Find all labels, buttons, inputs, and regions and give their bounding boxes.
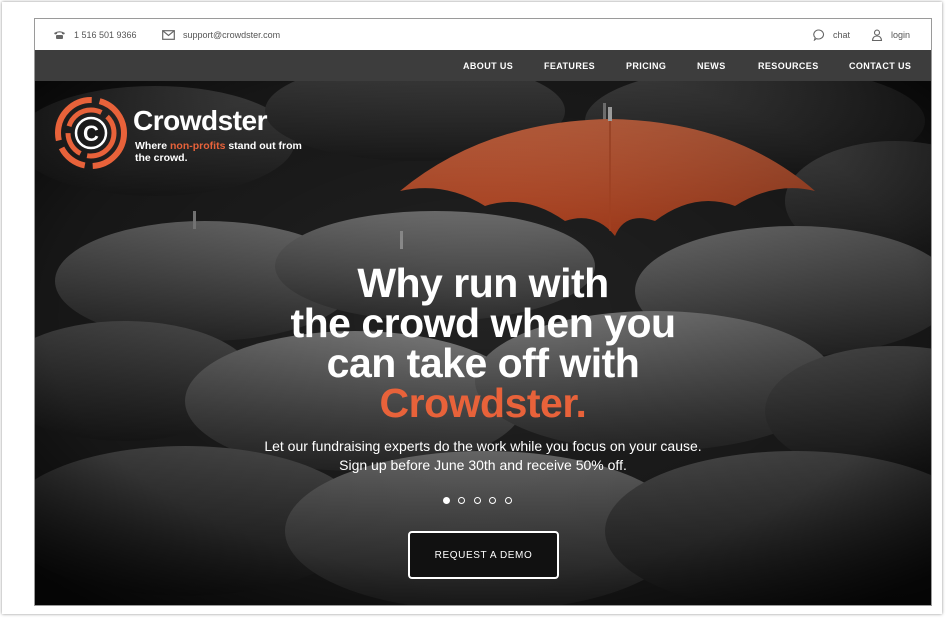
email-address[interactable]: support@crowdster.com bbox=[183, 30, 280, 40]
headline-line-3: can take off with bbox=[326, 340, 640, 386]
subtext-line-1: Let our fundraising experts do the work … bbox=[264, 438, 702, 454]
email-contact[interactable]: support@crowdster.com bbox=[162, 19, 280, 50]
headline-line-1: Why run with bbox=[357, 260, 609, 306]
login-label[interactable]: login bbox=[891, 30, 910, 40]
subtext-line-2: Sign up before June 30th and receive 50%… bbox=[339, 457, 627, 473]
headline-line-2: the crowd when you bbox=[290, 300, 676, 346]
phone-icon bbox=[53, 30, 66, 40]
carousel-dot-5[interactable] bbox=[505, 497, 512, 504]
crowdster-logo[interactable]: C Crowdster Where non-profits stand out … bbox=[53, 95, 313, 175]
nav-features[interactable]: FEATURES bbox=[544, 50, 595, 81]
request-demo-button[interactable]: REQUEST A DEMO bbox=[408, 531, 559, 579]
chat-label[interactable]: chat bbox=[833, 30, 850, 40]
headline-accent: Crowdster. bbox=[379, 380, 587, 426]
mail-icon bbox=[162, 29, 175, 40]
carousel-dot-3[interactable] bbox=[474, 497, 481, 504]
nav-pricing[interactable]: PRICING bbox=[626, 50, 666, 81]
logo-wordmark: Crowdster bbox=[133, 105, 267, 136]
carousel-dot-1[interactable] bbox=[443, 497, 450, 504]
phone-number[interactable]: 1 516 501 9366 bbox=[74, 30, 137, 40]
screenshot-frame: 1 516 501 9366 support@crowdster.com cha… bbox=[2, 2, 942, 614]
carousel-dot-2[interactable] bbox=[458, 497, 465, 504]
carousel-dot-4[interactable] bbox=[489, 497, 496, 504]
logo-letter: C bbox=[83, 121, 99, 146]
logo-mark-icon: C bbox=[55, 97, 127, 169]
nav-resources[interactable]: RESOURCES bbox=[758, 50, 819, 81]
nav-contact-us[interactable]: CONTACT US bbox=[849, 50, 911, 81]
main-nav: ABOUT US FEATURES PRICING NEWS RESOURCES… bbox=[35, 50, 931, 82]
hero-headline: Why run with the crowd when you can take… bbox=[183, 260, 783, 426]
user-icon bbox=[871, 29, 883, 41]
browser-page: 1 516 501 9366 support@crowdster.com cha… bbox=[34, 18, 932, 606]
hero-subtext: Let our fundraising experts do the work … bbox=[183, 437, 783, 475]
chat-bubble-icon bbox=[813, 28, 825, 41]
hero-section: C Crowdster Where non-profits stand out … bbox=[35, 81, 931, 605]
nav-about-us[interactable]: ABOUT US bbox=[463, 50, 513, 81]
tagline-highlight: non-profits bbox=[170, 140, 226, 152]
chat-link[interactable]: chat bbox=[813, 19, 850, 50]
contact-bar: 1 516 501 9366 support@crowdster.com cha… bbox=[35, 19, 931, 50]
phone-contact[interactable]: 1 516 501 9366 bbox=[53, 19, 137, 50]
nav-news[interactable]: NEWS bbox=[697, 50, 726, 81]
logo-tagline: Where non-profits stand out from the cro… bbox=[135, 140, 315, 164]
carousel-dots bbox=[443, 497, 523, 507]
login-link[interactable]: login bbox=[871, 19, 910, 50]
tagline-prefix: Where bbox=[135, 140, 171, 152]
